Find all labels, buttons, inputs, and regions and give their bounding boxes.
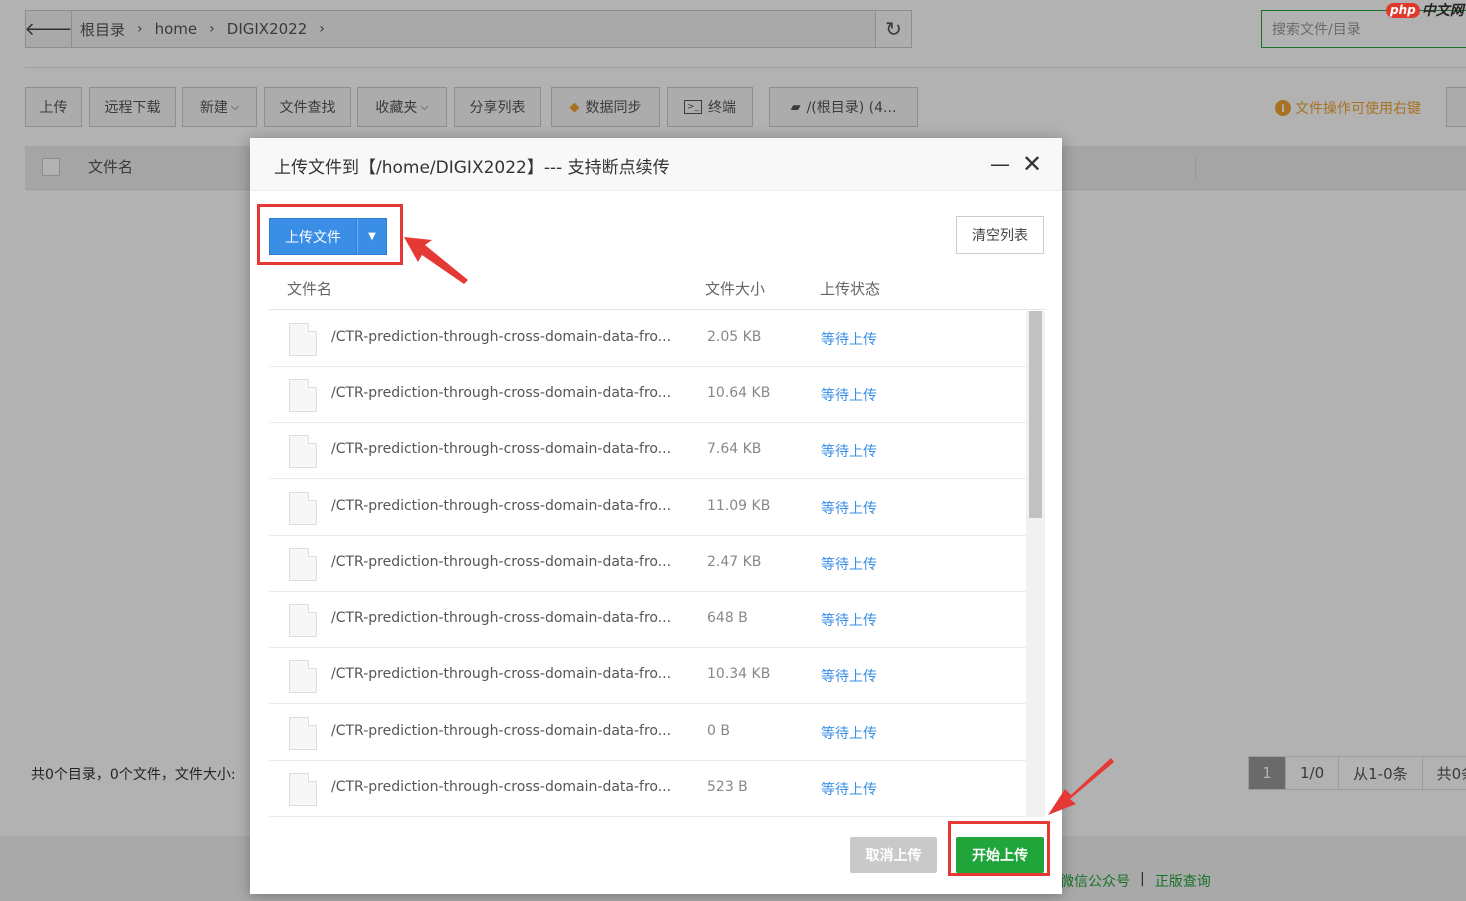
file-size: 11.09 KB: [707, 498, 771, 514]
upload-file-row: /CTR-prediction-through-cross-domain-dat…: [269, 761, 1026, 817]
file-name: /CTR-prediction-through-cross-domain-dat…: [331, 498, 672, 514]
file-size: 0 B: [707, 723, 730, 739]
upload-file-row: /CTR-prediction-through-cross-domain-dat…: [269, 423, 1026, 479]
list-scrollbar[interactable]: [1026, 311, 1045, 817]
file-name: /CTR-prediction-through-cross-domain-dat…: [331, 779, 672, 795]
upload-status: 等待上传: [821, 726, 877, 742]
upload-file-button[interactable]: 上传文件: [269, 218, 357, 255]
php-cn-logo: php 中文网: [1386, 0, 1464, 20]
upload-status: 等待上传: [821, 501, 877, 517]
file-icon: [289, 548, 317, 581]
file-name: /CTR-prediction-through-cross-domain-dat…: [331, 441, 672, 457]
header-file-name: 文件名: [287, 280, 333, 298]
upload-dropdown-toggle[interactable]: ▼: [357, 218, 387, 255]
upload-list-header: 文件名 文件大小 上传状态: [269, 266, 1045, 310]
file-name: /CTR-prediction-through-cross-domain-dat…: [331, 610, 672, 626]
file-icon: [289, 717, 317, 750]
upload-status: 等待上传: [821, 613, 877, 629]
file-size: 10.64 KB: [707, 385, 771, 401]
upload-status: 等待上传: [821, 669, 877, 685]
dialog-header: 上传文件到【/home/DIGIX2022】--- 支持断点续传 — ✕: [250, 138, 1062, 191]
upload-file-row: /CTR-prediction-through-cross-domain-dat…: [269, 367, 1026, 423]
file-name: /CTR-prediction-through-cross-domain-dat…: [331, 329, 672, 345]
upload-file-list[interactable]: /CTR-prediction-through-cross-domain-dat…: [269, 311, 1045, 817]
upload-status: 等待上传: [821, 332, 877, 348]
logo-php: php: [1386, 2, 1420, 18]
dialog-title: 上传文件到【/home/DIGIX2022】--- 支持断点续传: [274, 158, 670, 178]
file-name: /CTR-prediction-through-cross-domain-dat…: [331, 666, 672, 682]
logo-cn: 中文网: [1421, 3, 1464, 19]
file-icon: [289, 660, 317, 693]
upload-dialog: 上传文件到【/home/DIGIX2022】--- 支持断点续传 — ✕ 上传文…: [250, 138, 1062, 894]
file-size: 10.34 KB: [707, 666, 771, 682]
upload-file-row: /CTR-prediction-through-cross-domain-dat…: [269, 592, 1026, 648]
file-size: 2.05 KB: [707, 329, 762, 345]
start-upload-button[interactable]: 开始上传: [956, 837, 1044, 873]
header-file-size: 文件大小: [705, 280, 766, 298]
header-upload-status: 上传状态: [820, 280, 881, 298]
file-name: /CTR-prediction-through-cross-domain-dat…: [331, 723, 672, 739]
file-size: 523 B: [707, 779, 748, 795]
file-name: /CTR-prediction-through-cross-domain-dat…: [331, 554, 672, 570]
upload-status: 等待上传: [821, 557, 877, 573]
file-icon: [289, 604, 317, 637]
scrollbar-thumb[interactable]: [1029, 311, 1042, 518]
file-icon: [289, 773, 317, 806]
upload-file-row: /CTR-prediction-through-cross-domain-dat…: [269, 705, 1026, 761]
file-size: 648 B: [707, 610, 748, 626]
upload-status: 等待上传: [821, 444, 877, 460]
upload-file-row: /CTR-prediction-through-cross-domain-dat…: [269, 311, 1026, 367]
upload-file-row: /CTR-prediction-through-cross-domain-dat…: [269, 536, 1026, 592]
clear-list-button[interactable]: 清空列表: [956, 216, 1044, 254]
file-icon: [289, 379, 317, 412]
upload-status: 等待上传: [821, 782, 877, 798]
file-size: 7.64 KB: [707, 441, 762, 457]
close-icon[interactable]: ✕: [1022, 152, 1042, 176]
file-size: 2.47 KB: [707, 554, 762, 570]
file-icon: [289, 492, 317, 525]
upload-file-button-group: 上传文件 ▼: [269, 218, 387, 255]
upload-file-row: /CTR-prediction-through-cross-domain-dat…: [269, 648, 1026, 704]
file-icon: [289, 323, 317, 356]
upload-file-row: /CTR-prediction-through-cross-domain-dat…: [269, 480, 1026, 536]
cancel-upload-button[interactable]: 取消上传: [850, 837, 937, 873]
file-name: /CTR-prediction-through-cross-domain-dat…: [331, 385, 672, 401]
upload-status: 等待上传: [821, 388, 877, 404]
file-icon: [289, 435, 317, 468]
minimize-icon[interactable]: —: [990, 154, 1010, 174]
caret-down-icon: ▼: [368, 231, 376, 242]
